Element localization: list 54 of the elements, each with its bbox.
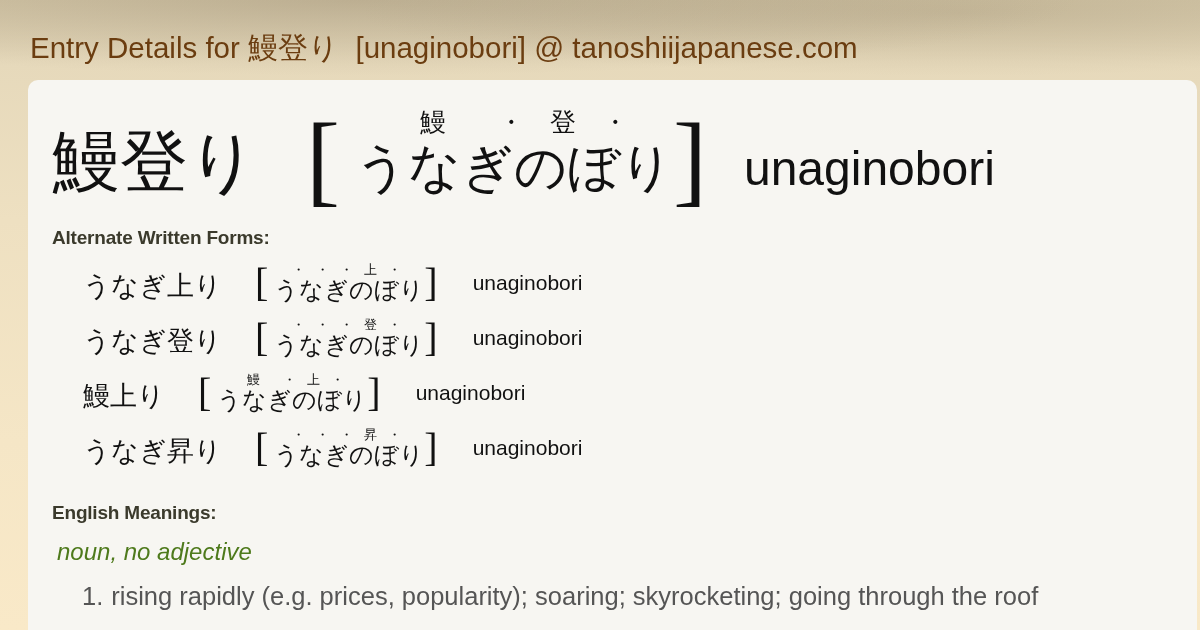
separator-dot: ・ xyxy=(291,263,305,277)
romaji-reading: unaginobori xyxy=(415,381,526,406)
separator-dot: ・ xyxy=(387,428,401,442)
alternate-form: 鰻上り xyxy=(83,380,165,414)
separator-dot: ・ xyxy=(497,109,524,136)
separator-dot: ・ xyxy=(387,318,401,332)
entry-word: 鰻登り xyxy=(52,125,258,200)
reading-bracket: [ xyxy=(198,373,212,414)
section-label: English Meanings: xyxy=(52,502,217,524)
furigana-kanji: 鰻 xyxy=(246,373,260,387)
reading-bracket: [ xyxy=(255,263,269,304)
furigana-kanji: 上 xyxy=(306,373,320,387)
separator-dot: ・ xyxy=(282,373,296,387)
sense-number: 1. xyxy=(82,582,104,611)
furigana-kanji: 上 xyxy=(363,263,377,277)
separator-dot: ・ xyxy=(315,263,329,277)
reading-bracket: ] xyxy=(367,373,381,414)
furigana-kanji: 昇 xyxy=(363,428,377,442)
furigana-kanji: 登 xyxy=(549,109,576,136)
romaji-reading: unaginobori xyxy=(472,436,583,461)
separator-dot: ・ xyxy=(291,318,305,332)
separator-dot: ・ xyxy=(601,109,628,136)
separator-dot: ・ xyxy=(315,318,329,332)
romaji-reading: unaginobori xyxy=(472,271,583,296)
reading-bracket: ] xyxy=(424,428,438,469)
separator-dot: ・ xyxy=(339,318,353,332)
part-of-speech: noun, no adjective xyxy=(57,538,252,566)
section-label: Alternate Written Forms: xyxy=(52,227,270,249)
reading-kana: うなぎのぼり xyxy=(354,138,673,198)
reading-bracket: [ xyxy=(255,428,269,469)
separator-dot: ・ xyxy=(339,428,353,442)
reading-kana: うなぎのぼり xyxy=(217,386,368,415)
reading-kana: うなぎのぼり xyxy=(274,331,425,360)
reading-bracket: [ xyxy=(306,108,340,210)
reading-kana: うなぎのぼり xyxy=(274,276,425,305)
separator-dot: ・ xyxy=(291,428,305,442)
separator-dot: ・ xyxy=(330,373,344,387)
separator-dot: ・ xyxy=(315,428,329,442)
reading-kana: うなぎのぼり xyxy=(274,441,425,470)
sense-text: rising rapidly (e.g. prices, popularity); soaring; skyrocketing; going through the roof xyxy=(111,582,1039,611)
romaji-reading: unaginobori xyxy=(472,326,583,351)
furigana-kanji: 鰻 xyxy=(419,109,446,136)
alternate-form: うなぎ上り xyxy=(83,270,222,304)
romaji-reading: unaginobori xyxy=(743,141,995,196)
separator-dot: ・ xyxy=(339,263,353,277)
alternate-form: うなぎ登り xyxy=(83,325,222,359)
furigana-kanji: 登 xyxy=(363,318,377,332)
reading-bracket: ] xyxy=(424,263,438,304)
page-title: Entry Details for 鰻登り [unaginobori] @ tanoshiijapanese.com xyxy=(30,31,858,64)
alternate-form: うなぎ昇り xyxy=(83,435,222,469)
separator-dot: ・ xyxy=(387,263,401,277)
reading-bracket: [ xyxy=(255,318,269,359)
reading-bracket: ] xyxy=(672,108,707,210)
reading-bracket: ] xyxy=(424,318,438,359)
